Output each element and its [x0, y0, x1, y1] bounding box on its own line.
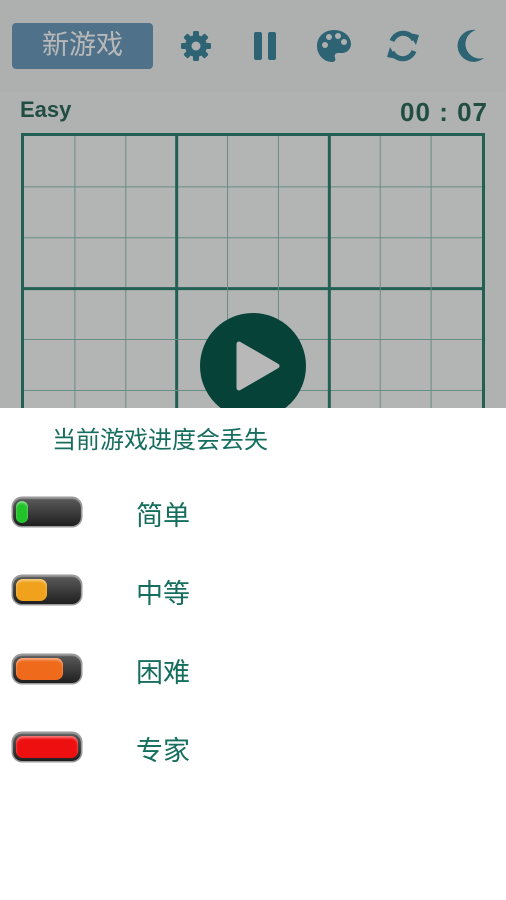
progress-loss-warning: 当前游戏进度会丢失 [52, 426, 268, 454]
level-label: 中等 [136, 579, 190, 610]
difficulty-meter-fill [16, 736, 78, 758]
level-option-expert[interactable]: 专家 [0, 717, 506, 777]
difficulty-meter-fill [16, 501, 28, 523]
new-game-sheet: 当前游戏进度会丢失 简单 中等 困难 专家 [0, 408, 506, 900]
difficulty-meter-fill [16, 579, 47, 601]
difficulty-meter [13, 576, 81, 604]
difficulty-meter [13, 498, 81, 526]
level-option-hard[interactable]: 困难 [0, 639, 506, 699]
level-label: 简单 [136, 501, 190, 532]
level-option-easy[interactable]: 简单 [0, 482, 506, 542]
difficulty-meter [13, 655, 81, 683]
difficulty-meter-fill [16, 658, 63, 680]
difficulty-meter [13, 733, 81, 761]
level-label: 困难 [136, 658, 190, 689]
level-option-medium[interactable]: 中等 [0, 560, 506, 620]
level-label: 专家 [136, 736, 190, 767]
